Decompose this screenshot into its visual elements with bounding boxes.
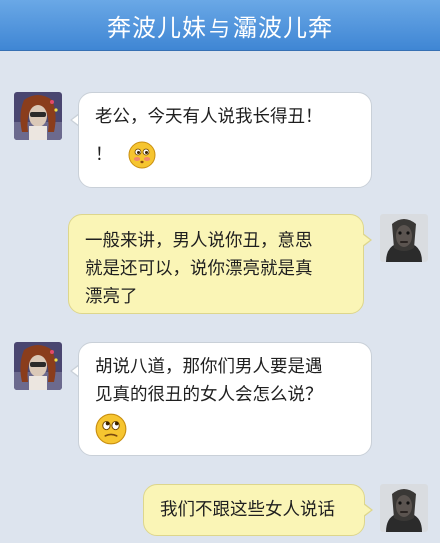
message-bubble-3[interactable]: 胡说八道，那你们男人要是遇 见真的很丑的女人会怎么说？: [78, 342, 372, 456]
title-name-2: 灞波儿奔: [233, 13, 333, 42]
chat-title: 奔波儿妹与灞波儿奔: [107, 8, 333, 43]
message-2-line-2: 就是还可以，说你漂亮就是真: [85, 259, 313, 279]
bubble-tail-inner: [363, 504, 371, 516]
message-2-line-3: 漂亮了: [85, 287, 138, 307]
message-2-line-1: 一般来讲，男人说你丑，意思: [85, 231, 313, 251]
avatar-female-image: [14, 342, 62, 390]
message-bubble-2[interactable]: 一般来讲，男人说你丑，意思 就是还可以，说你漂亮就是真 漂亮了: [68, 214, 364, 314]
avatar-male[interactable]: [380, 214, 428, 262]
title-bar: 奔波儿妹与灞波儿奔: [0, 0, 440, 51]
message-1-line-1: 老公，今天有人说我长得丑！: [95, 107, 323, 127]
avatar-male[interactable]: [380, 484, 428, 532]
message-bubble-1[interactable]: 老公，今天有人说我长得丑！ ！: [78, 92, 372, 188]
eyes-rolling-face-icon: [95, 413, 127, 445]
avatar-female-image: [14, 92, 62, 140]
title-name-1: 奔波儿妹: [107, 13, 207, 42]
avatar-male-image: [380, 484, 428, 532]
title-joiner: 与: [209, 16, 231, 41]
blushing-face-icon: [128, 141, 156, 169]
message-3-line-2: 见真的很丑的女人会怎么说？: [95, 385, 323, 405]
message-1-line-2: ！: [95, 145, 113, 165]
avatar-female[interactable]: [14, 342, 62, 390]
bubble-tail-inner: [362, 234, 370, 246]
message-3-line-1: 胡说八道，那你们男人要是遇: [95, 357, 323, 377]
message-4-line-1: 我们不跟这些女人说话: [160, 500, 335, 520]
avatar-male-image: [380, 214, 428, 262]
message-bubble-4[interactable]: 我们不跟这些女人说话: [143, 484, 365, 536]
avatar-female[interactable]: [14, 92, 62, 140]
